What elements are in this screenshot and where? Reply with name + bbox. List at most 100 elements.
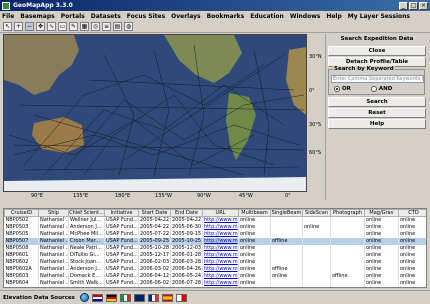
table-row[interactable]: NBP0507 Nathaniel ... Croon Mar... USAP Fun… — [4, 237, 426, 245]
table-row[interactable]: NBP0505 Nathaniel ... McPhee Mil... USAP Fu… — [4, 230, 426, 238]
table-cell[interactable]: http://www.m — [202, 223, 239, 231]
column-header[interactable]: Ship — [38, 209, 69, 217]
rectangle-tool-icon[interactable]: ▭ — [58, 22, 67, 31]
column-header[interactable]: Start Date — [138, 209, 171, 217]
column-header[interactable]: CruiseID — [4, 209, 39, 217]
table-cell: 2005-09-15 — [170, 230, 203, 238]
keyword-input[interactable]: Enter Comma Separated Keywords Her — [331, 75, 424, 83]
table-row[interactable]: NBP0602 Nathaniel ... Stock Joan... USAP Fu… — [4, 258, 426, 266]
table-row[interactable]: NBP0603 Nathaniel ... Domack E... USAP Fund… — [4, 272, 426, 280]
lon-label: 90°W — [197, 193, 211, 199]
menu-basemaps[interactable]: Basemaps — [20, 13, 54, 20]
menu-my-layer-sessions[interactable]: My Layer Sessions — [348, 13, 410, 20]
flag-icon[interactable] — [91, 293, 103, 302]
column-header[interactable]: SideScan — [302, 209, 331, 217]
app-icon — [2, 1, 10, 10]
column-header[interactable]: Photograph — [330, 209, 365, 217]
zoom-in-tool-icon[interactable]: + — [14, 22, 23, 31]
table-cell[interactable]: http://www.m — [202, 279, 239, 287]
or-radio[interactable]: OR — [334, 86, 351, 92]
map-canvas[interactable] — [3, 34, 307, 192]
close-panel-button[interactable]: Close — [328, 46, 426, 56]
table-cell: 2006-09-15 — [170, 286, 203, 287]
flag-icon[interactable] — [119, 293, 131, 302]
table-cell: offline — [270, 237, 303, 245]
table-cell: 2005-04-22 — [138, 216, 171, 224]
menu-help[interactable]: Help — [326, 13, 341, 20]
column-header[interactable]: CTD — [398, 209, 426, 217]
table-cell[interactable]: http://www.m — [202, 230, 239, 238]
table-row[interactable]: NBP0502 Nathaniel ... Wellner Jul... USAP F… — [4, 216, 426, 224]
contour-tool-icon[interactable]: ◎ — [91, 22, 100, 31]
table-cell[interactable]: http://www.m — [202, 251, 239, 259]
table-cell[interactable]: http://www.m — [202, 216, 239, 224]
table-cell[interactable]: http://www.m — [202, 286, 239, 287]
table-cell: 2006-05-24 — [170, 272, 203, 280]
zoom-out-tool-icon[interactable]: − — [25, 22, 34, 31]
column-header[interactable]: SingleBeam — [270, 209, 303, 217]
minimize-button[interactable]: _ — [399, 1, 408, 10]
column-header[interactable]: Multibeam — [238, 209, 271, 217]
pan-tool-icon[interactable]: ✥ — [36, 22, 45, 31]
table-tool-icon[interactable]: ▤ — [113, 22, 122, 31]
grid-tool-icon[interactable]: ▦ — [80, 22, 89, 31]
flag-icon[interactable] — [175, 293, 187, 302]
table-cell — [270, 223, 303, 231]
select-tool-icon[interactable]: ↖ — [3, 22, 12, 31]
table-cell — [270, 244, 303, 252]
table-cell[interactable]: http://www.m — [202, 244, 239, 252]
toolbar: ↖ + − ✥ ∿ ▭ ✎ ▦ ◎ ≡ ▤ ◍ — [0, 21, 430, 33]
column-header[interactable]: End Date — [170, 209, 203, 217]
and-label: AND — [378, 86, 393, 92]
flag-icon[interactable] — [133, 293, 145, 302]
column-header[interactable]: Mag/Grav — [364, 209, 399, 217]
globe-tool-icon[interactable]: ◍ — [124, 22, 133, 31]
column-header[interactable]: Initiative — [104, 209, 139, 217]
table-row[interactable]: NBP0508 Nathaniel ... Neale Patri... USAP F… — [4, 244, 426, 252]
menu-datasets[interactable]: Datasets — [91, 13, 121, 20]
table-cell[interactable]: http://www.m — [202, 258, 239, 266]
search-button[interactable]: Search — [328, 97, 426, 107]
table-cell[interactable]: http://www.m — [202, 272, 239, 280]
globe-icon[interactable] — [79, 293, 89, 302]
elevation-sources-label[interactable]: Elevation Data Sources — [3, 295, 75, 301]
column-header[interactable]: Chief Scient... — [68, 209, 105, 217]
keyword-search-group: Search by Keyword Enter Comma Separated … — [328, 66, 425, 95]
table-cell[interactable]: http://www.m — [202, 237, 239, 245]
radio-unselected-icon — [370, 86, 377, 92]
column-header[interactable]: URL — [202, 209, 239, 217]
close-window-button[interactable]: × — [419, 1, 428, 10]
expedition-table[interactable]: CruiseID Ship Chief Scient... Initiative Sta… — [3, 208, 427, 288]
table-cell: online — [398, 265, 426, 273]
menu-bookmarks[interactable]: Bookmarks — [207, 13, 245, 20]
menu-overlays[interactable]: Overlays — [171, 13, 200, 20]
menu-file[interactable]: File — [2, 13, 14, 20]
flag-icon[interactable] — [147, 293, 159, 302]
table-row[interactable]: NBP0605Nathaniel ...Mitchell B...USAP Fu… — [4, 286, 426, 287]
table-cell: Domack E... — [68, 272, 105, 280]
layers-tool-icon[interactable]: ≡ — [102, 22, 111, 31]
table-cell: online — [238, 251, 271, 259]
table-cell — [330, 223, 365, 231]
table-row[interactable]: NBP0601 Nathaniel ... DiTullio Gi... USAP F… — [4, 251, 426, 259]
menu-focus-sites[interactable]: Focus Sites — [127, 13, 165, 20]
reset-button[interactable]: Reset — [328, 108, 426, 118]
table-cell[interactable]: http://www.m — [202, 265, 239, 273]
menu-education[interactable]: Education — [250, 13, 284, 20]
flag-icon[interactable] — [161, 293, 173, 302]
table-cell: Nathaniel ... — [38, 279, 69, 287]
menu-windows[interactable]: Windows — [290, 13, 320, 20]
table-row[interactable]: NBP0503 Nathaniel ... Anderson J... USAP Fu… — [4, 223, 426, 231]
table-row[interactable]: NBP0602A Nathaniel ... Anderson J... USAP F… — [4, 265, 426, 273]
table-cell: 2006-07-28 — [170, 279, 203, 287]
and-radio[interactable]: AND — [370, 86, 393, 92]
profile-tool-icon[interactable]: ∿ — [47, 22, 56, 31]
table-cell: online — [364, 237, 399, 245]
menu-portals[interactable]: Portals — [61, 13, 85, 20]
table-cell: NBP0505 — [4, 230, 39, 238]
table-row[interactable]: NBP0604 Nathaniel ... Smith Walk... USAP Fu… — [4, 279, 426, 287]
maximize-button[interactable]: □ — [409, 1, 418, 10]
digitize-tool-icon[interactable]: ✎ — [69, 22, 78, 31]
help-button[interactable]: Help — [328, 119, 426, 129]
flag-icon[interactable] — [105, 293, 117, 302]
